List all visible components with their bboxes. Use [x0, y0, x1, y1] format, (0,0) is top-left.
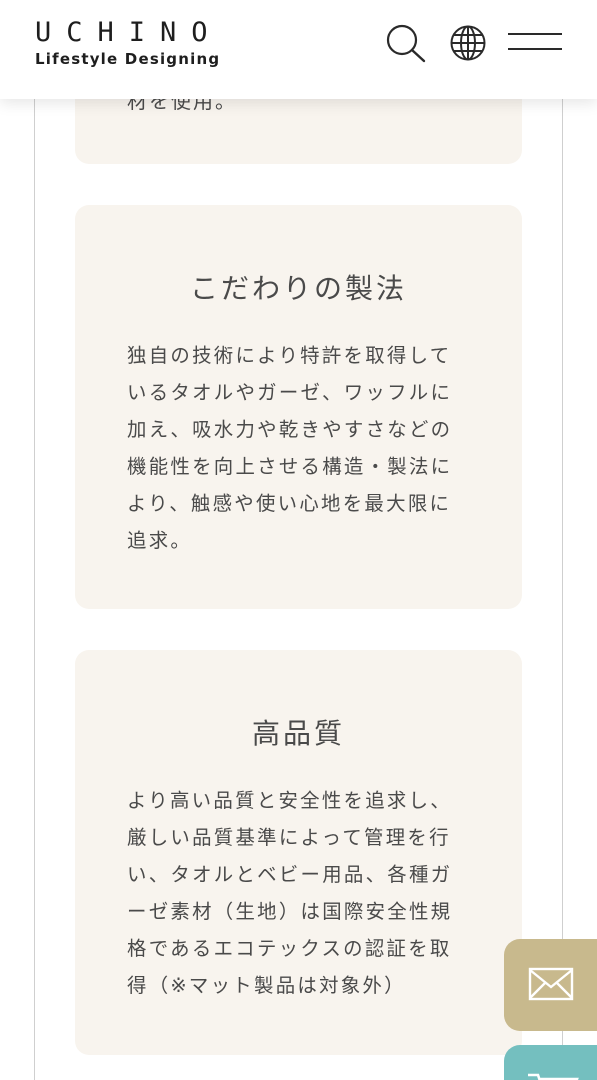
cart-button[interactable]	[504, 1045, 597, 1080]
search-icon	[386, 24, 426, 63]
body-line: 格であるエコテックスの認証を取	[127, 937, 452, 960]
body-line: 独自の技術により特許を取得して	[127, 344, 452, 367]
body-line: 得（※マット製品は対象外）	[127, 974, 406, 997]
search-button[interactable]	[384, 22, 428, 64]
language-button[interactable]	[448, 23, 488, 63]
feature-card-quality: 高品質 より高い品質と安全性を追求し、 厳しい品質基準によって管理を行 い、タオ…	[75, 650, 522, 1055]
body-line: い、タオルとベビー用品、各種ガ	[127, 863, 453, 886]
feature-card-craft-body: 独自の技術により特許を取得して いるタオルやガーゼ、ワッフルに 加え、吸水力や乾…	[127, 337, 472, 559]
body-line: より、触感や使い心地を最大限に	[127, 492, 452, 515]
feature-card-craft: こだわりの製法 独自の技術により特許を取得して いるタオルやガーゼ、ワッフルに …	[75, 205, 522, 609]
body-line: より高い品質と安全性を追求し、	[127, 789, 452, 812]
body-line: 厳しい品質基準によって管理を行	[127, 826, 451, 849]
body-line: 機能性を向上させる構造・製法に	[127, 455, 453, 478]
page: 材を使用。 こだわりの製法 独自の技術により特許を取得して いるタオルやガーゼ、…	[0, 0, 597, 1080]
frame-line-right	[562, 0, 563, 1080]
frame-line-left	[34, 0, 35, 1080]
cart-icon	[528, 1073, 579, 1080]
contact-mail-button[interactable]	[504, 939, 597, 1031]
logo-tagline: Lifestyle Designing	[35, 50, 221, 68]
body-line: ーゼ素材（生地）は国際安全性規	[127, 900, 453, 923]
body-line: 追求。	[127, 529, 193, 552]
body-line: いるタオルやガーゼ、ワッフルに	[127, 381, 453, 404]
globe-icon	[450, 25, 486, 61]
feature-card-quality-title: 高品質	[251, 717, 345, 750]
feature-card-quality-body: より高い品質と安全性を追求し、 厳しい品質基準によって管理を行 い、タオルとベビ…	[127, 782, 472, 1004]
hamburger-menu-icon	[508, 33, 562, 50]
menu-button[interactable]	[507, 30, 563, 54]
site-header: UCHINO Lifestyle Designing	[0, 0, 597, 99]
mail-icon	[528, 967, 574, 1001]
logo-wordmark: UCHINO	[35, 17, 223, 48]
feature-card-craft-title: こだわりの製法	[189, 272, 407, 305]
body-line: 加え、吸水力や乾きやすさなどの	[127, 418, 453, 441]
